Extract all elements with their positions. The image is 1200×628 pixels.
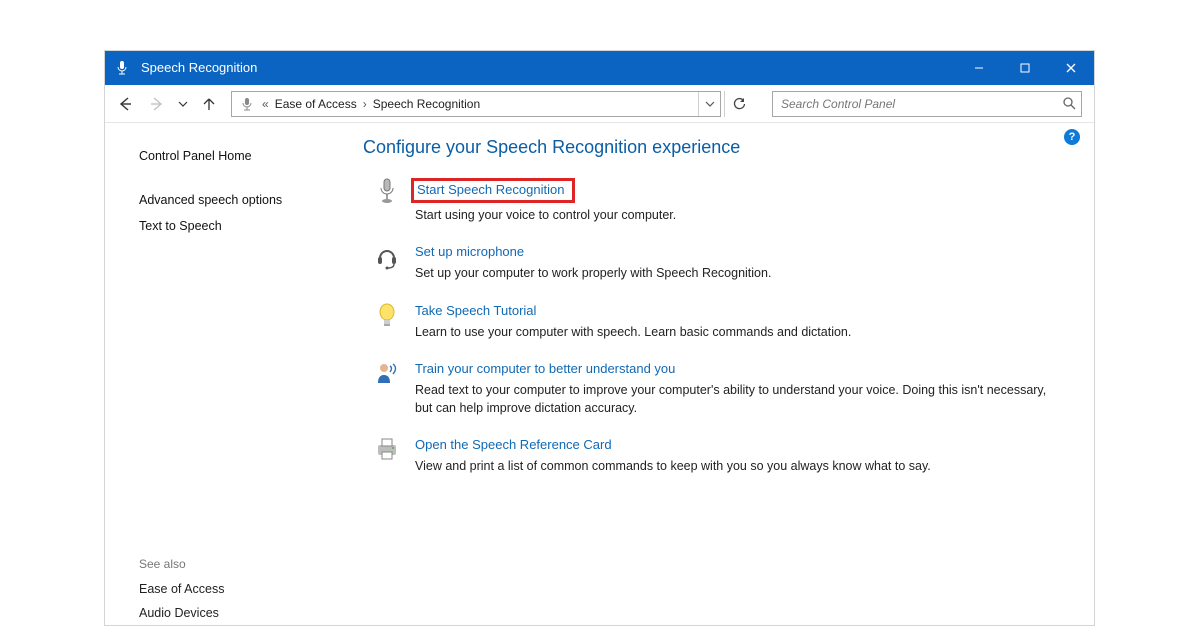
close-button[interactable] <box>1048 51 1094 85</box>
content-area: ? Control Panel Home Advanced speech opt… <box>105 123 1094 625</box>
main-panel: Configure your Speech Recognition experi… <box>363 131 1094 625</box>
refresh-button[interactable] <box>724 91 752 117</box>
forward-button[interactable] <box>143 89 171 119</box>
breadcrumb-prefix: « <box>256 97 275 111</box>
text-to-speech-link[interactable]: Text to Speech <box>139 213 363 239</box>
advanced-speech-options-link[interactable]: Advanced speech options <box>139 187 363 213</box>
history-dropdown[interactable] <box>175 89 191 119</box>
toolbar: « Ease of Access › Speech Recognition <box>105 85 1094 123</box>
back-button[interactable] <box>111 89 139 119</box>
breadcrumb-item[interactable]: Ease of Access <box>275 97 357 111</box>
task-speech-tutorial: Take Speech Tutorial Learn to use your c… <box>363 297 1074 355</box>
open-reference-card-link[interactable]: Open the Speech Reference Card <box>415 437 612 454</box>
task-set-up-microphone: Set up microphone Set up your computer t… <box>363 238 1074 296</box>
start-speech-recognition-link[interactable]: Start Speech Recognition <box>411 178 575 203</box>
task-start-speech-recognition: Start Speech Recognition Start using you… <box>363 172 1074 238</box>
main-heading: Configure your Speech Recognition experi… <box>363 137 1074 172</box>
microphone-icon <box>373 178 401 208</box>
maximize-button[interactable] <box>1002 51 1048 85</box>
minimize-button[interactable] <box>956 51 1002 85</box>
see-also-ease-of-access[interactable]: Ease of Access <box>139 577 363 601</box>
take-speech-tutorial-link[interactable]: Take Speech Tutorial <box>415 303 536 320</box>
task-description: Learn to use your computer with speech. … <box>415 320 1055 342</box>
see-also-audio-devices[interactable]: Audio Devices <box>139 601 363 625</box>
see-also-section: See also Ease of Access Audio Devices <box>139 557 363 625</box>
task-train-computer: Train your computer to better understand… <box>363 355 1074 431</box>
up-button[interactable] <box>195 89 223 119</box>
printer-icon <box>373 437 401 467</box>
control-panel-window: Speech Recognition <box>104 50 1095 626</box>
breadcrumb-item[interactable]: Speech Recognition <box>373 97 480 111</box>
task-reference-card: Open the Speech Reference Card View and … <box>363 431 1074 489</box>
window-controls <box>956 51 1094 85</box>
address-bar[interactable]: « Ease of Access › Speech Recognition <box>231 91 721 117</box>
task-description: View and print a list of common commands… <box>415 454 1055 476</box>
microphone-icon <box>238 97 256 111</box>
person-speaking-icon <box>373 361 401 391</box>
help-icon[interactable]: ? <box>1064 129 1080 145</box>
task-description: Start using your voice to control your c… <box>415 203 1055 225</box>
search-input[interactable] <box>772 91 1082 117</box>
lightbulb-icon <box>373 303 401 333</box>
address-dropdown-icon[interactable] <box>698 92 720 116</box>
task-description: Set up your computer to work properly wi… <box>415 261 1055 283</box>
microphone-icon <box>105 60 139 76</box>
train-computer-link[interactable]: Train your computer to better understand… <box>415 361 675 378</box>
breadcrumb-sep: › <box>357 97 373 111</box>
control-panel-home-link[interactable]: Control Panel Home <box>139 143 363 169</box>
search-icon[interactable] <box>1062 96 1076 113</box>
search-container <box>772 91 1082 117</box>
window-title: Speech Recognition <box>139 51 257 85</box>
task-description: Read text to your computer to improve yo… <box>415 378 1055 417</box>
see-also-heading: See also <box>139 557 363 577</box>
headset-icon <box>373 244 401 274</box>
left-nav: Control Panel Home Advanced speech optio… <box>105 131 363 625</box>
titlebar: Speech Recognition <box>105 51 1094 85</box>
set-up-microphone-link[interactable]: Set up microphone <box>415 244 524 261</box>
